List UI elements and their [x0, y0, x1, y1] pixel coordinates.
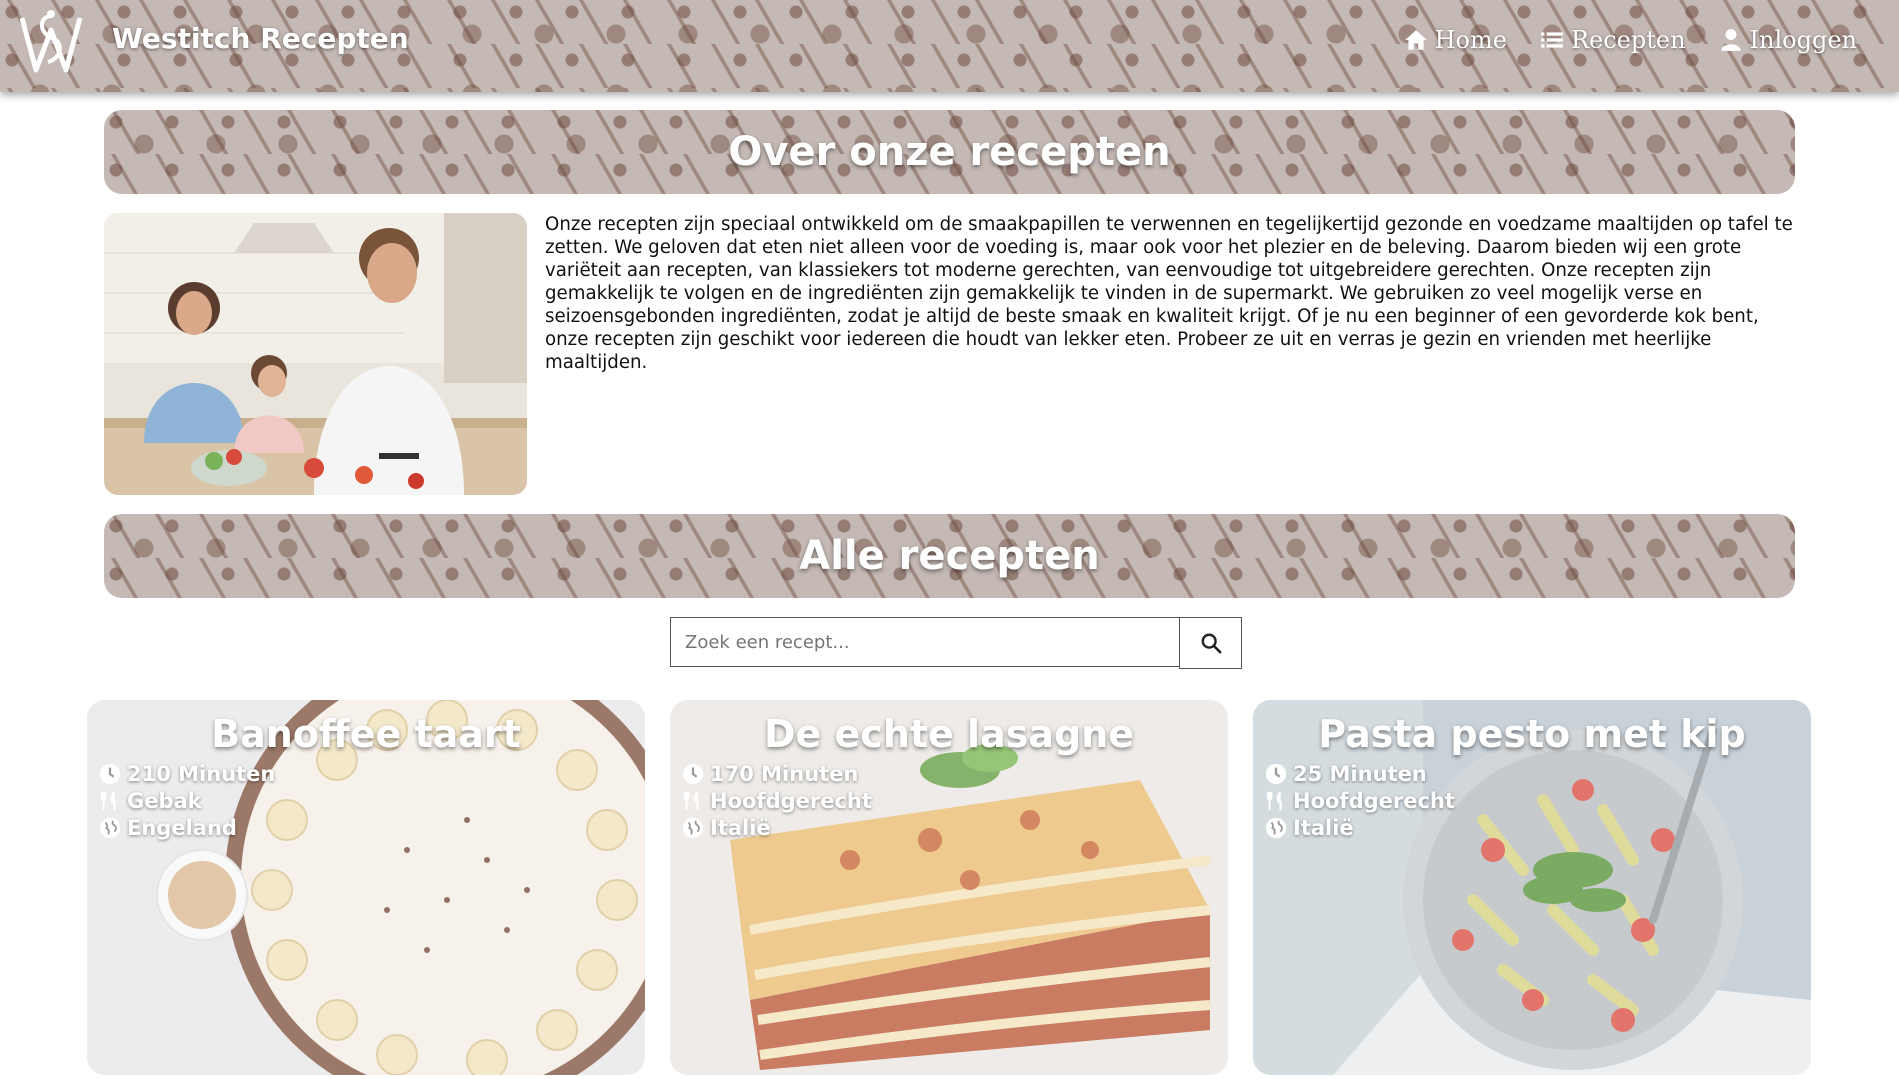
home-icon	[1404, 30, 1427, 50]
recipe-meta: 170 Minuten Hoofdgerecht Italië	[682, 760, 872, 841]
recipe-title: Pasta pesto met kip	[1318, 712, 1746, 756]
globe-icon	[99, 817, 121, 838]
about-banner: Over onze recepten	[104, 110, 1795, 194]
recipes-title: Alle recepten	[799, 533, 1100, 579]
search-input[interactable]	[670, 617, 1179, 667]
recipe-time: 170 Minuten	[682, 760, 872, 787]
nav-recepten[interactable]: Recepten	[1539, 26, 1686, 54]
recipe-meta: 25 Minuten Hoofdgerecht Italië	[1265, 760, 1455, 841]
recipe-category: Hoofdgerecht	[1265, 787, 1455, 814]
card-overlay	[87, 700, 645, 1075]
recipe-meta: 210 Minuten Gebak Engeland	[99, 760, 275, 841]
globe-icon	[1265, 817, 1287, 838]
list-icon	[1541, 32, 1563, 48]
user-icon	[1720, 29, 1741, 51]
recipe-country: Italië	[682, 814, 872, 841]
utensils-icon	[1266, 790, 1282, 810]
search-icon	[1201, 633, 1221, 654]
nav-inloggen-label: Inloggen	[1749, 26, 1857, 54]
nav-links: Home Recepten Inloggen	[1403, 26, 1857, 54]
nav-home[interactable]: Home	[1403, 26, 1507, 54]
search-button[interactable]	[1179, 617, 1242, 669]
about-text: Onze recepten zijn speciaal ontwikkeld o…	[545, 214, 1793, 373]
recipe-time-label: 210 Minuten	[127, 761, 276, 786]
recipe-category-label: Hoofdgerecht	[710, 788, 872, 813]
recipe-category: Hoofdgerecht	[682, 787, 872, 814]
recipe-card[interactable]: De echte lasagne 170 Minuten Hoofdgerech…	[670, 700, 1228, 1075]
clock-icon	[99, 763, 121, 784]
recipes-banner: Alle recepten	[104, 514, 1795, 598]
card-overlay	[670, 700, 1228, 1075]
recipe-card[interactable]: Banoffee taart 210 Minuten Gebak Engelan…	[87, 700, 645, 1075]
clock-icon	[1265, 763, 1287, 784]
nav-home-label: Home	[1434, 26, 1507, 54]
recipe-title: De echte lasagne	[763, 712, 1135, 756]
nav-inloggen[interactable]: Inloggen	[1718, 26, 1857, 54]
recipe-time-label: 170 Minuten	[710, 761, 859, 786]
recipe-country-label: Italië	[710, 815, 771, 840]
about-title: Over onze recepten	[728, 129, 1171, 175]
clock-icon	[682, 763, 704, 784]
recipe-card[interactable]: Pasta pesto met kip 25 Minuten Hoofdgere…	[1253, 700, 1811, 1075]
recipe-time-label: 25 Minuten	[1293, 761, 1427, 786]
recipe-country-label: Engeland	[127, 815, 237, 840]
navbar: Westitch Recepten Home Recepten Inloggen	[0, 0, 1899, 92]
recipe-title: Banoffee taart	[211, 712, 521, 756]
recipe-category-label: Gebak	[127, 788, 202, 813]
recipe-country: Italië	[1265, 814, 1455, 841]
recipe-time: 25 Minuten	[1265, 760, 1455, 787]
recipe-country: Engeland	[99, 814, 275, 841]
recipe-time: 210 Minuten	[99, 760, 275, 787]
brand-name[interactable]: Westitch Recepten	[112, 22, 409, 55]
card-overlay	[1253, 700, 1811, 1075]
brand-logo[interactable]	[16, 8, 86, 76]
recipe-search	[670, 617, 1242, 669]
globe-icon	[682, 817, 704, 838]
utensils-icon	[683, 790, 699, 810]
nav-recepten-label: Recepten	[1570, 26, 1686, 54]
recipe-category: Gebak	[99, 787, 275, 814]
recipe-country-label: Italië	[1293, 815, 1354, 840]
recipe-category-label: Hoofdgerecht	[1293, 788, 1455, 813]
utensils-icon	[100, 790, 116, 810]
family-cooking-image	[104, 213, 527, 495]
